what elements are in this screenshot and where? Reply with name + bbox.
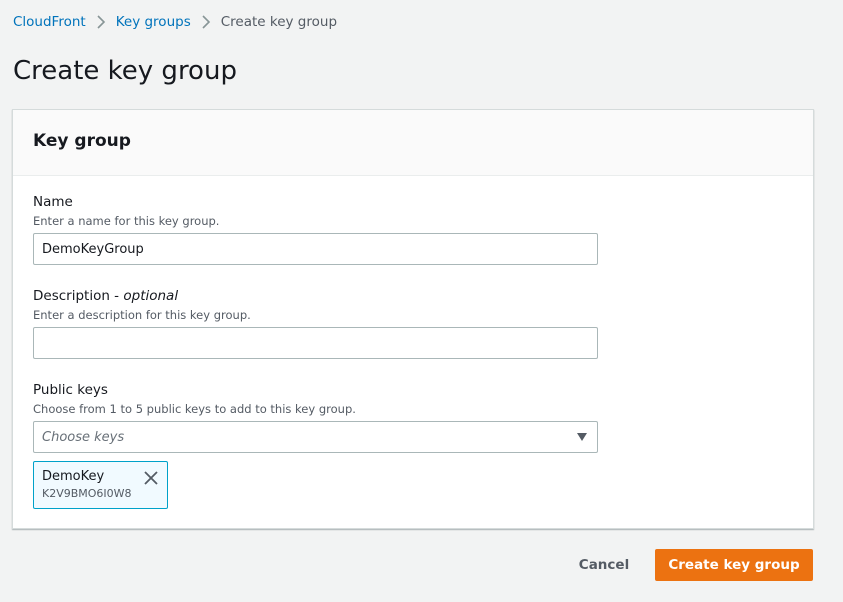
public-keys-label: Public keys (33, 382, 108, 398)
select-placeholder: Choose keys (42, 429, 125, 445)
panel-title: Key group (33, 131, 131, 151)
token-key-name: DemoKey (42, 469, 105, 484)
selected-key-token: DemoKey K2V9BMO6I0W8 (33, 461, 168, 509)
name-input-value: DemoKeyGroup (42, 241, 144, 257)
public-keys-select[interactable]: Choose keys (33, 421, 598, 453)
chevron-right-icon (90, 13, 112, 31)
description-label: Description - optional (33, 288, 179, 304)
description-field: Description - optional Enter a descripti… (33, 288, 598, 359)
description-help: Enter a description for this key group. (33, 308, 251, 322)
breadcrumb-current: Create key group (220, 14, 338, 30)
name-description: Enter a name for this key group. (33, 214, 220, 228)
name-label: Name (33, 194, 73, 210)
chevron-right-icon (195, 13, 217, 31)
public-keys-field: Public keys Choose from 1 to 5 public ke… (33, 382, 598, 509)
token-key-id: K2V9BMO6I0W8 (42, 487, 132, 500)
breadcrumb-cloudfront-link[interactable]: CloudFront (13, 14, 86, 30)
public-keys-description: Choose from 1 to 5 public keys to add to… (33, 402, 356, 416)
description-input[interactable] (33, 327, 598, 359)
key-group-panel: Key group Name Enter a name for this key… (12, 109, 814, 529)
breadcrumb: CloudFront Key groups Create key group (13, 13, 337, 31)
panel-header: Key group (13, 110, 813, 176)
caret-down-icon (575, 430, 589, 444)
name-input[interactable]: DemoKeyGroup (33, 233, 598, 265)
page-title: Create key group (13, 56, 237, 86)
cancel-button[interactable]: Cancel (567, 549, 641, 581)
name-field: Name Enter a name for this key group. De… (33, 194, 598, 265)
close-icon[interactable] (143, 470, 159, 486)
optional-tag: optional (123, 288, 179, 304)
create-key-group-button[interactable]: Create key group (655, 549, 813, 581)
breadcrumb-key-groups-link[interactable]: Key groups (116, 14, 191, 30)
